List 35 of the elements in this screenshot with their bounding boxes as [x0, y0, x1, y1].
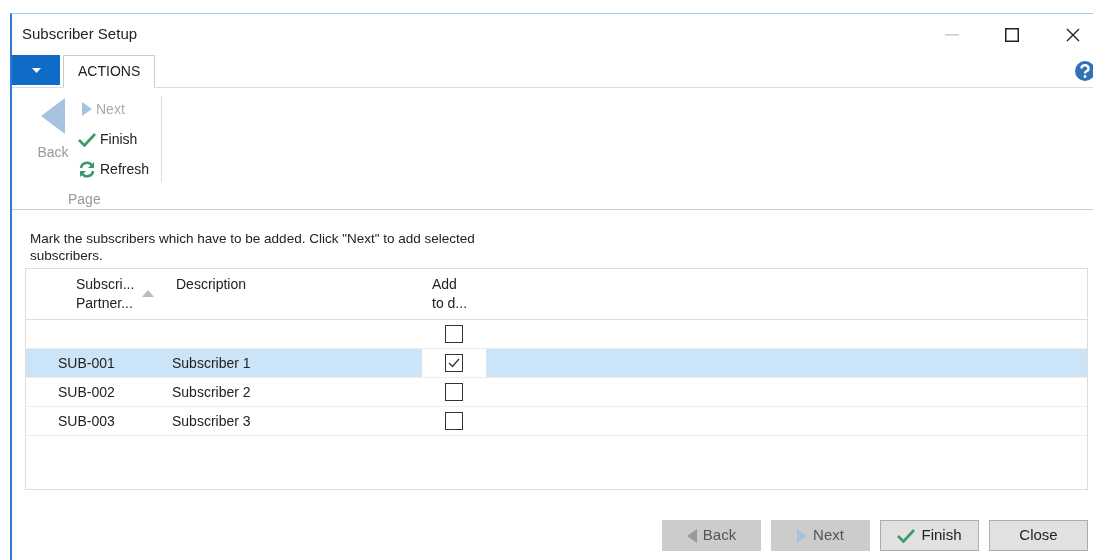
check-icon	[897, 528, 916, 543]
dialog-button[interactable]: Finish	[880, 520, 979, 551]
checkbox[interactable]	[445, 354, 463, 372]
instruction-text: Mark the subscribers which have to be added. Click "Next" to add selected subscribers.	[30, 230, 476, 264]
back-arrow-icon	[41, 98, 65, 134]
play-icon	[82, 102, 92, 116]
checkbox[interactable]	[445, 412, 463, 430]
table-cell: SUB-002	[58, 383, 115, 400]
ribbon-tab[interactable]: ACTIONS	[63, 55, 156, 88]
maximize-icon[interactable]	[1005, 27, 1019, 42]
table-cell: Subscriber 2	[172, 383, 251, 400]
close-icon[interactable]	[1066, 27, 1080, 42]
table-cell: Subscriber 3	[172, 412, 251, 429]
table-row[interactable]: SUB-002 Subscriber 2	[26, 378, 1087, 407]
caret-icon	[31, 67, 41, 73]
table-cell: SUB-001	[58, 354, 115, 371]
check-icon	[78, 131, 96, 147]
ribbon-action[interactable]: Finish	[74, 127, 150, 151]
window-title: Subscriber Setup	[22, 24, 138, 45]
checkbox[interactable]	[445, 325, 463, 343]
back-icon	[686, 528, 697, 543]
table-row[interactable]: SUB-003 Subscriber 3	[26, 407, 1087, 436]
table-cell: Subscriber 1	[172, 354, 251, 371]
table-row[interactable]: SUB-001 Subscriber 1	[26, 349, 1087, 378]
column-header[interactable]: Description	[176, 275, 246, 294]
refresh-icon	[78, 160, 96, 178]
checkbox[interactable]	[445, 383, 463, 401]
group-label: Page	[68, 190, 102, 209]
column-header[interactable]: Subscri... Partner...	[76, 275, 146, 313]
help-icon[interactable]	[1073, 61, 1093, 81]
column-header[interactable]: Add to d...	[432, 275, 486, 313]
dialog-button[interactable]: Close	[989, 520, 1088, 551]
play-icon	[797, 528, 808, 543]
table-cell: SUB-003	[58, 412, 115, 429]
ribbon-action[interactable]: Refresh	[74, 157, 150, 181]
